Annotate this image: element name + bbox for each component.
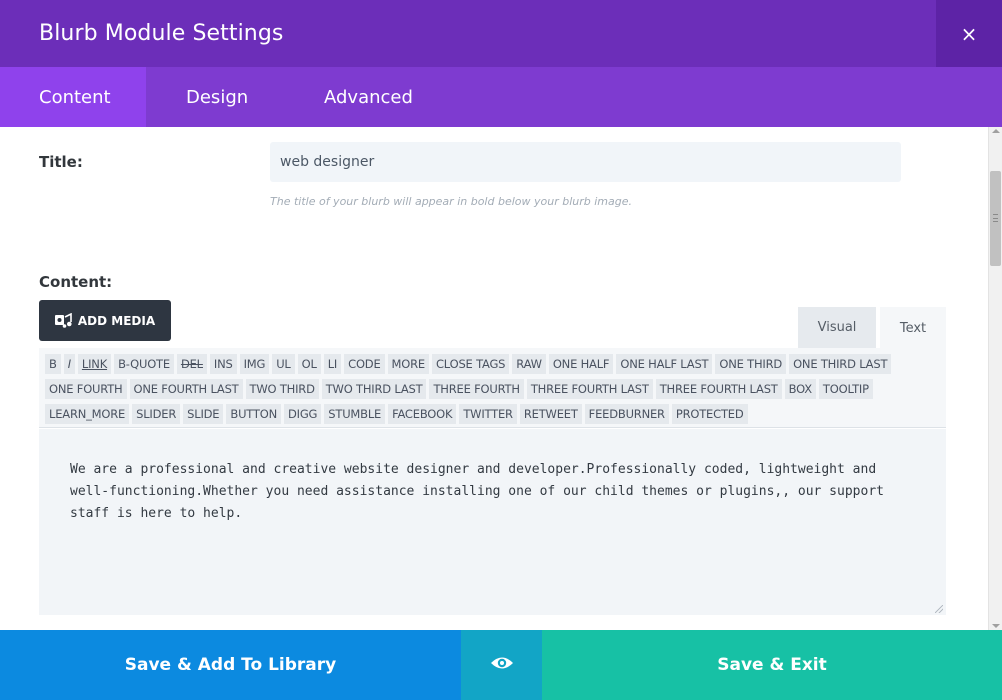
toolbar-button-tooltip[interactable]: TOOLTIP bbox=[818, 379, 873, 399]
toolbar-button-raw[interactable]: RAW bbox=[512, 354, 546, 374]
quicktags-toolbar: B I LINK B-QUOTE DEL INS IMG UL OL LI CODE MORE CLOS… bbox=[39, 348, 946, 428]
toolbar-button-twitter[interactable]: TWITTER bbox=[459, 404, 517, 424]
visual-tab-label: Visual bbox=[817, 320, 857, 335]
toolbar-button-slider[interactable]: SLIDER bbox=[132, 404, 181, 424]
title-label: Title: bbox=[39, 153, 83, 171]
scroll-thumb[interactable] bbox=[990, 171, 1001, 266]
toolbar-button-three-fourth-last[interactable]: THREE FOURTH LAST bbox=[655, 379, 782, 399]
editor-tab-visual[interactable]: Visual bbox=[798, 307, 876, 348]
toolbar-button-two-third[interactable]: TWO THIRD bbox=[245, 379, 319, 399]
tabs-bar: Content Design Advanced bbox=[0, 67, 1002, 127]
media-icon bbox=[54, 313, 72, 328]
content-label: Content: bbox=[39, 273, 113, 291]
toolbar-button-one-fourth[interactable]: ONE FOURTH bbox=[45, 379, 127, 399]
toolbar-button-protected[interactable]: PROTECTED bbox=[671, 404, 748, 424]
toolbar-button-link[interactable]: LINK bbox=[77, 354, 112, 374]
toolbar-button-facebook[interactable]: FACEBOOK bbox=[388, 404, 457, 424]
toolbar-button-three-fourth-last[interactable]: THREE FOURTH LAST bbox=[526, 379, 653, 399]
toolbar-button-slide[interactable]: SLIDE bbox=[183, 404, 224, 424]
title-description: The title of your blurb will appear in b… bbox=[270, 195, 632, 208]
modal-header: Blurb Module Settings × bbox=[0, 0, 1002, 67]
toolbar-button-one-half-last[interactable]: ONE HALF LAST bbox=[616, 354, 713, 374]
preview-button[interactable] bbox=[461, 630, 542, 700]
toolbar-button-three-fourth[interactable]: THREE FOURTH bbox=[429, 379, 524, 399]
save-exit-button[interactable]: Save & Exit bbox=[542, 630, 1002, 700]
settings-panel: Title: The title of your blurb will appe… bbox=[0, 127, 988, 630]
toolbar-button-i[interactable]: I bbox=[63, 354, 75, 374]
scroll-up-icon[interactable] bbox=[992, 129, 1000, 133]
toolbar-button-code[interactable]: CODE bbox=[344, 354, 385, 374]
toolbar-button-b[interactable]: B bbox=[45, 354, 61, 374]
toolbar-button-ins[interactable]: INS bbox=[209, 354, 237, 374]
toolbar-button-stumble[interactable]: STUMBLE bbox=[324, 404, 386, 424]
resize-handle[interactable] bbox=[935, 605, 943, 613]
toolbar-button-del[interactable]: DEL bbox=[176, 354, 207, 374]
tab-advanced-label: Advanced bbox=[324, 86, 413, 108]
modal-title: Blurb Module Settings bbox=[39, 21, 284, 46]
content-editor[interactable]: We are a professional and creative websi… bbox=[39, 429, 946, 615]
save-add-library-button[interactable]: Save & Add To Library bbox=[0, 630, 461, 700]
toolbar-button-more[interactable]: MORE bbox=[387, 354, 429, 374]
scroll-grip-icon bbox=[993, 214, 998, 222]
toolbar-button-two-third-last[interactable]: TWO THIRD LAST bbox=[321, 379, 427, 399]
toolbar-button-learn-more[interactable]: LEARN_MORE bbox=[45, 404, 130, 424]
toolbar-button-box[interactable]: BOX bbox=[784, 379, 816, 399]
toolbar-button-button[interactable]: BUTTON bbox=[226, 404, 281, 424]
toolbar-button-li[interactable]: LI bbox=[323, 354, 342, 374]
editor-tab-text[interactable]: Text bbox=[880, 307, 946, 349]
toolbar-button-ul[interactable]: UL bbox=[272, 354, 295, 374]
toolbar-button-img[interactable]: IMG bbox=[239, 354, 270, 374]
toolbar-button-one-fourth-last[interactable]: ONE FOURTH LAST bbox=[129, 379, 243, 399]
toolbar-button-b-quote[interactable]: B-QUOTE bbox=[114, 354, 174, 374]
scroll-down-icon[interactable] bbox=[992, 624, 1000, 628]
add-media-button[interactable]: ADD MEDIA bbox=[39, 300, 171, 341]
toolbar-button-close-tags[interactable]: CLOSE TAGS bbox=[431, 354, 510, 374]
tab-content-label: Content bbox=[39, 86, 111, 108]
toolbar-button-one-third-last[interactable]: ONE THIRD LAST bbox=[789, 354, 892, 374]
close-button[interactable]: × bbox=[936, 0, 1002, 67]
tab-design-label: Design bbox=[186, 86, 249, 108]
toolbar-button-retweet[interactable]: RETWEET bbox=[519, 404, 582, 424]
modal-footer: Save & Add To Library Save & Exit bbox=[0, 630, 1002, 700]
toolbar-button-ol[interactable]: OL bbox=[297, 354, 321, 374]
toolbar-button-feedburner[interactable]: FEEDBURNER bbox=[584, 404, 669, 424]
text-tab-label: Text bbox=[899, 320, 927, 336]
toolbar-button-digg[interactable]: DIGG bbox=[283, 404, 322, 424]
toolbar-button-one-third[interactable]: ONE THIRD bbox=[715, 354, 787, 374]
tab-content[interactable]: Content bbox=[0, 67, 146, 127]
eye-icon bbox=[490, 655, 514, 676]
title-input[interactable] bbox=[270, 142, 901, 182]
scrollbar[interactable] bbox=[988, 127, 1002, 630]
save-exit-label: Save & Exit bbox=[717, 655, 827, 675]
tab-design[interactable]: Design bbox=[146, 67, 284, 127]
add-media-label: ADD MEDIA bbox=[77, 313, 156, 328]
tab-advanced[interactable]: Advanced bbox=[284, 67, 413, 127]
toolbar-button-one-half[interactable]: ONE HALF bbox=[548, 354, 614, 374]
close-icon: × bbox=[960, 21, 978, 46]
save-add-library-label: Save & Add To Library bbox=[124, 655, 337, 675]
